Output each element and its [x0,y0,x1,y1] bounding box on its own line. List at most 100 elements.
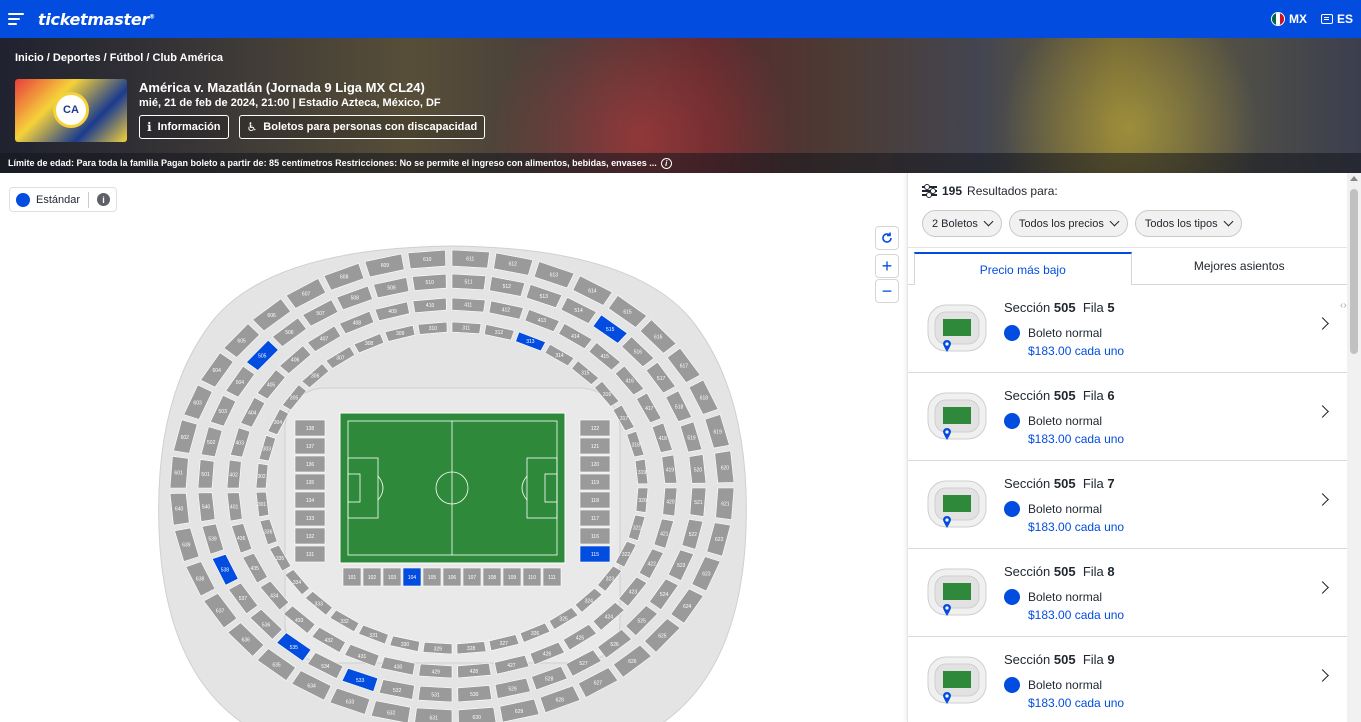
section-label: 329 [434,647,443,653]
section-label: 516 [634,350,643,356]
section-label: 620 [721,465,730,471]
section-label: 630 [473,715,482,721]
section-label: 417 [645,406,654,412]
reset-map-button[interactable] [875,226,899,250]
filter-ticket-type[interactable]: Todos los tipos [1134,210,1242,237]
section-label: 629 [515,709,524,715]
section-label: 539 [208,537,217,543]
section-label: 107 [468,575,477,581]
breadcrumb-home[interactable]: Inicio [15,52,44,64]
accessibility-button[interactable]: ♿ Boletos para personas con discapacidad [238,115,486,139]
section-label: 120 [591,462,600,468]
section-label: 301 [258,502,267,508]
section-label: 619 [714,430,723,436]
menu-icon[interactable] [8,13,24,25]
section-label: 615 [623,309,632,315]
legend-label: Estándar [36,193,81,206]
chevron-right-icon [1316,405,1329,418]
listing-row[interactable]: Sección 505 Fila 5 Boleto normal $183.00… [908,285,1347,373]
filter-quantity[interactable]: 2 Boletos [922,210,1002,237]
section-label: 534 [321,664,330,670]
section-label: 314 [555,353,564,359]
wheelchair-icon: ♿ [246,120,258,134]
section-label: 503 [219,409,228,415]
section-label: 436 [237,536,246,542]
breadcrumb-club[interactable]: Club América [153,52,224,64]
breadcrumb-sports[interactable]: Deportes [53,52,101,64]
listing-price: $183.00 cada uno [1028,520,1125,534]
section-label: 513 [540,294,549,300]
notice-info-icon[interactable]: i [660,157,672,169]
section-label: 621 [721,501,730,507]
section-label: 309 [396,331,405,337]
section-label: 425 [576,635,585,641]
section-label: 517 [657,376,666,382]
section-label: 411 [464,303,472,309]
scrollbar[interactable] [1347,173,1361,722]
listing-title: Sección 505 Fila 7 [1004,476,1115,491]
listing-row[interactable]: Sección 505 Fila 8 Boleto normal $183.00… [908,549,1347,637]
section-label: 326 [531,631,540,637]
section-label: 613 [550,273,559,279]
section-label: 429 [432,670,441,676]
section-label: 413 [538,318,547,324]
section-label: 306 [311,374,320,380]
breadcrumb-soccer[interactable]: Fútbol [110,52,144,64]
scroll-up-icon[interactable] [1350,176,1358,181]
listing-type: Boleto normal [1004,325,1102,341]
section-label: 628 [556,697,565,703]
zoom-in-button[interactable]: + [875,254,899,278]
section-label: 319 [638,470,647,476]
event-title: América v. Mazatlán (Jornada 9 Liga MX C… [139,80,425,95]
filter-sliders-icon[interactable] [922,184,937,197]
chevron-down-icon [983,216,994,227]
section-label: 404 [248,410,257,416]
listing-row[interactable]: Sección 505 Fila 6 Boleto normal $183.00… [908,373,1347,461]
info-icon: ℹ [147,120,152,134]
tab-lowest-price[interactable]: Precio más bajo [914,252,1132,285]
listing-type: Boleto normal [1004,413,1102,429]
section-label: 122 [591,426,600,432]
ticket-type-dot-icon [1004,589,1020,605]
listing-row[interactable]: Sección 505 Fila 7 Boleto normal $183.00… [908,461,1347,549]
section-label: 318 [632,442,641,448]
brand-logo[interactable]: ticketmaster® [38,10,155,29]
language-selector[interactable]: ES [1320,12,1353,26]
filter-price[interactable]: Todos los precios [1008,210,1128,237]
section-label: 331 [369,633,378,639]
country-selector[interactable]: MX [1270,12,1307,26]
filter-bar: 2 Boletos Todos los precios Todos los ti… [922,210,1242,237]
listing-title: Sección 505 Fila 5 [1004,300,1115,315]
scroll-thumb[interactable] [1350,189,1358,354]
section-label: 529 [508,687,517,693]
language-code: ES [1336,12,1353,26]
section-label: 304 [274,420,283,426]
breadcrumb: Inicio / Deportes / Fútbol / Club Améric… [15,52,224,64]
chevron-down-icon [1109,216,1120,227]
section-label: 540 [202,505,211,511]
section-label: 508 [351,296,360,302]
section-label: 604 [213,368,222,374]
tab-best-seats[interactable]: Mejores asientos [1132,248,1348,284]
legend: Estándar i [9,187,118,212]
section-label: 310 [429,326,438,332]
section-label: 325 [559,617,568,623]
legend-info-icon[interactable]: i [97,193,111,206]
stadium-map[interactable]: 611 612 613 614 615 616 617 618 619 620 621 622 623 6… [155,238,750,722]
zoom-out-button[interactable]: − [875,279,899,303]
listing-row[interactable]: Sección 505 Fila 9 Boleto normal $183.00… [908,637,1347,722]
section-label: 335 [276,556,285,562]
section-label: 332 [340,619,349,625]
section-label: 115 [591,552,599,558]
section-label: 607 [302,291,311,297]
section-label: 418 [659,436,668,442]
club-crest-icon: CA [53,92,89,128]
section-label: 530 [470,692,479,698]
ticket-type-dot-icon [1004,413,1020,429]
section-label: 531 [431,693,440,699]
section-label: 537 [239,596,248,602]
section-label: 116 [591,534,599,540]
section-label: 609 [381,263,390,269]
info-button[interactable]: ℹ Información [139,115,229,139]
section-label: 119 [591,480,599,486]
